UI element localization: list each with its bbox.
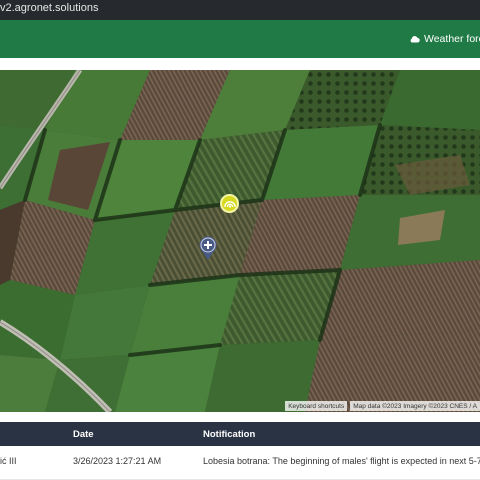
browser-url-bar[interactable]: v2.agronet.solutions xyxy=(0,0,480,20)
app-header: Weather foreca xyxy=(0,20,480,58)
column-header-date[interactable]: Date xyxy=(73,429,94,440)
row-station-name: ić III xyxy=(0,456,17,466)
weather-forecast-link[interactable]: Weather foreca xyxy=(409,31,480,47)
notifications-table-header: Date Notification xyxy=(0,422,480,446)
cloud-icon xyxy=(410,36,420,43)
map-attribution: Keyboard shortcuts Map data ©2023 Imager… xyxy=(285,401,480,411)
satellite-imagery xyxy=(0,70,480,412)
keyboard-shortcuts-link[interactable]: Keyboard shortcuts xyxy=(285,401,348,411)
map-data-credit: Map data ©2023 Imagery ©2023 CNES / A xyxy=(350,401,480,411)
column-header-notification[interactable]: Notification xyxy=(203,429,255,440)
table-row[interactable]: ić III 3/26/2023 1:27:21 AM Lobesia botr… xyxy=(0,446,480,480)
row-notification: Lobesia botrana: The beginning of males'… xyxy=(203,456,480,466)
url-text: v2.agronet.solutions xyxy=(0,2,99,14)
weather-forecast-label: Weather foreca xyxy=(424,33,480,45)
satellite-map[interactable]: Keyboard shortcuts Map data ©2023 Imager… xyxy=(0,70,480,412)
section-spacer xyxy=(0,412,480,422)
weather-station-icon xyxy=(223,201,236,208)
trap-location-pin[interactable] xyxy=(198,236,218,261)
weather-station-marker[interactable] xyxy=(220,194,239,213)
header-spacer xyxy=(0,58,480,70)
row-date: 3/26/2023 1:27:21 AM xyxy=(73,456,162,466)
